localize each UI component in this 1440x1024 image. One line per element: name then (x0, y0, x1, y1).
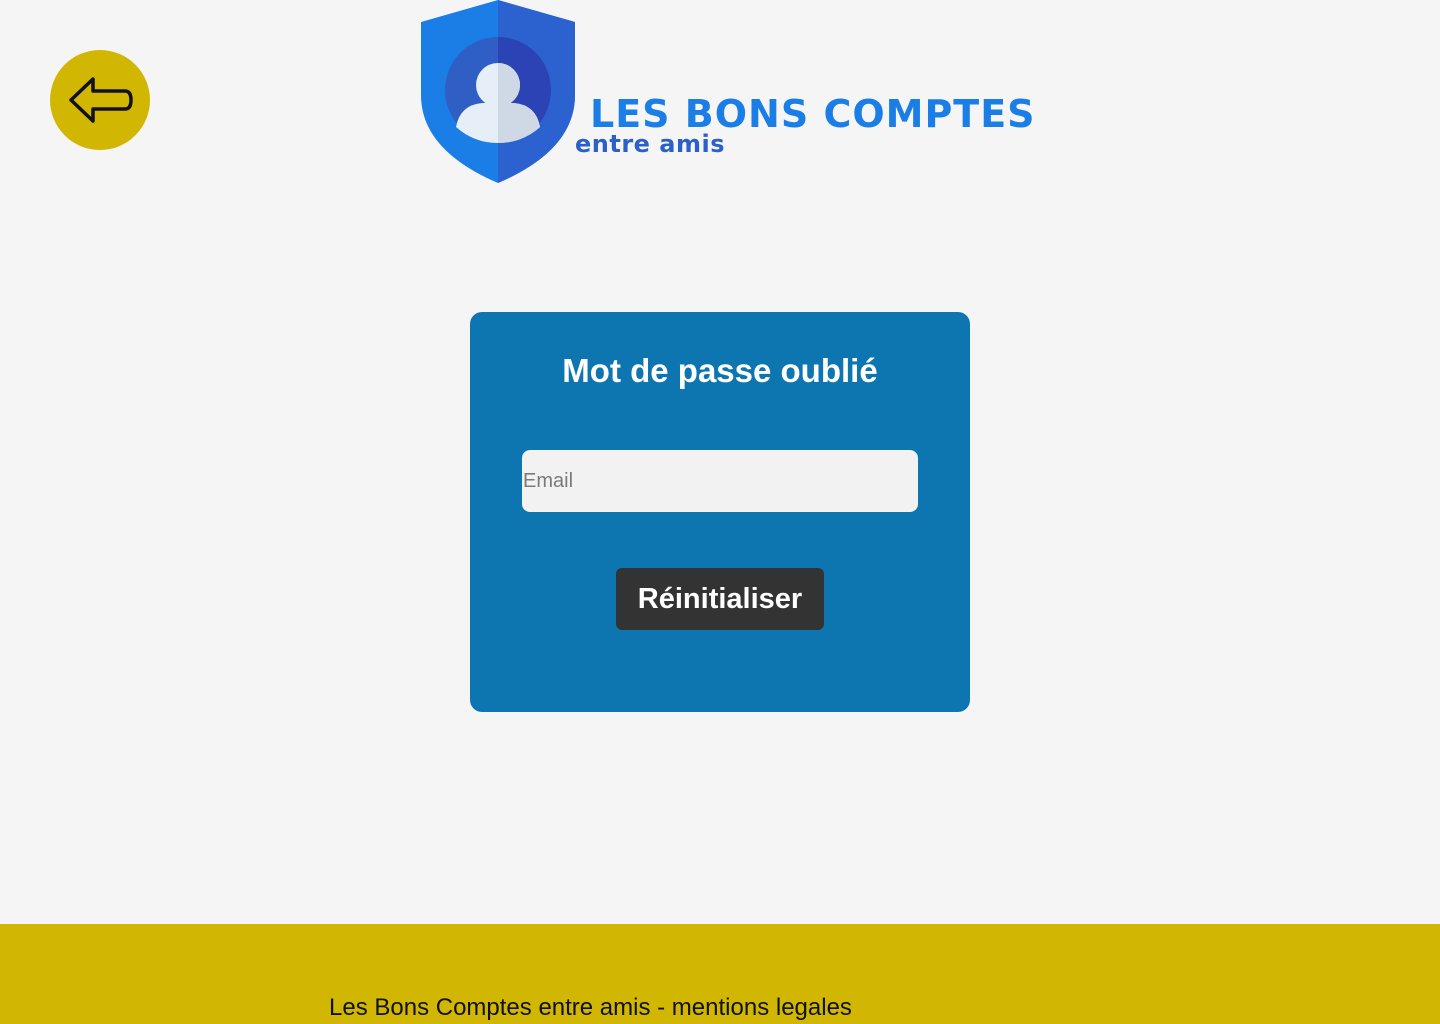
reset-button[interactable]: Réinitialiser (616, 568, 824, 630)
footer: Les Bons Comptes entre amis - mentions l… (0, 924, 1440, 1024)
email-field[interactable] (522, 450, 918, 512)
footer-legal-link[interactable]: Les Bons Comptes entre amis - mentions l… (329, 994, 852, 1022)
shield-user-icon (421, 0, 575, 183)
forgot-password-page: LES BONS COMPTES entre amis Mot de passe… (0, 0, 1440, 1024)
arrow-left-icon (69, 77, 133, 123)
back-button[interactable] (50, 50, 150, 150)
brand-subtitle: entre amis (575, 130, 726, 158)
form-title: Mot de passe oublié (562, 352, 878, 389)
app-logo: LES BONS COMPTES entre amis (420, 0, 1040, 185)
